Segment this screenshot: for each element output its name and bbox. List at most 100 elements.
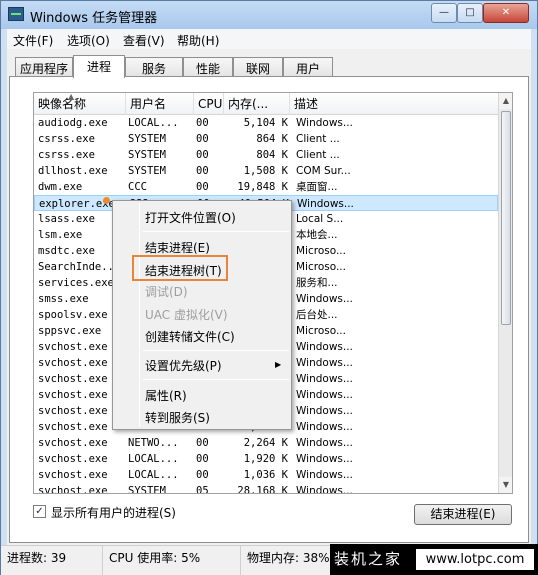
watermark-url: www.lotpc.com [416, 549, 534, 570]
menu-view[interactable]: 查看(V) [123, 32, 165, 49]
table-row[interactable]: dwm.exe CCC 00 19,848 K 桌面窗... [34, 179, 498, 195]
cell-memory: 19,848 K [237, 181, 288, 193]
cell-image-name: svchost.exe [38, 469, 108, 481]
cell-image-name: audiodg.exe [38, 117, 108, 129]
status-process-count: 进程数: 39 [1, 546, 103, 575]
cell-user-name: LOCAL... [128, 453, 179, 465]
cell-description: 服务和... [296, 277, 338, 289]
maximize-button[interactable]: □ [457, 3, 483, 23]
cell-description: Microso... [296, 261, 346, 273]
tab-strip: 应用程序 进程 服务 性能 联网 用户 [7, 55, 531, 78]
cell-description: Windows... [296, 293, 353, 305]
cell-user-name: SYSTEM [128, 165, 166, 177]
cell-description: Windows... [296, 421, 353, 433]
cell-memory: 864 K [256, 133, 288, 145]
table-row[interactable]: audiodg.exe LOCAL... 00 5,104 K Windows... [34, 115, 498, 131]
column-cpu[interactable]: CPU [194, 93, 224, 115]
cell-description: Windows... [296, 373, 353, 385]
cell-user-name: SYSTEM [128, 485, 166, 494]
menu-item-create-dump-file[interactable]: 创建转储文件(C) [145, 328, 235, 345]
table-row[interactable]: csrss.exe SYSTEM 00 864 K Client ... [34, 131, 498, 147]
task-manager-icon [8, 7, 24, 21]
cell-cpu: 00 [196, 453, 209, 465]
column-image-name[interactable]: ▲ 映像名称 [34, 93, 126, 115]
cell-cpu: 00 [196, 437, 209, 449]
table-row[interactable]: dllhost.exe SYSTEM 00 1,508 K COM Sur... [34, 163, 498, 179]
cell-description: Windows... [296, 437, 353, 449]
cell-user-name: NETWO... [128, 437, 179, 449]
menu-options[interactable]: 选项(O) [67, 32, 110, 49]
tab-networking[interactable]: 联网 [233, 57, 283, 77]
cell-description: Windows... [296, 389, 353, 401]
cell-description: Windows... [296, 117, 353, 129]
column-user-name[interactable]: 用户名 [126, 93, 194, 115]
menu-item-open-file-location[interactable]: 打开文件位置(O) [145, 209, 236, 226]
menu-item-end-process[interactable]: 结束进程(E) [145, 239, 210, 256]
minimize-button[interactable]: — [431, 3, 457, 23]
cell-memory: 5,104 K [243, 117, 288, 129]
scroll-down-icon[interactable]: ▼ [499, 477, 512, 493]
cell-description: 桌面窗... [296, 181, 338, 193]
menu-item-set-priority[interactable]: 设置优先级(P) [145, 357, 222, 374]
cell-image-name: csrss.exe [38, 133, 95, 145]
menu-item-debug: 调试(D) [145, 285, 188, 299]
context-menu: 打开文件位置(O) 结束进程(E) 结束进程树(T) 调试(D) UAC 虚拟化… [112, 200, 292, 430]
tab-processes[interactable]: 进程 [73, 55, 125, 78]
cell-cpu: 00 [196, 469, 209, 481]
cell-image-name: dllhost.exe [38, 165, 108, 177]
table-row[interactable]: csrss.exe SYSTEM 00 804 K Client ... [34, 147, 498, 163]
cell-description: Client ... [296, 133, 340, 145]
menu-separator [143, 379, 289, 380]
show-all-users-checkbox[interactable]: ✓ [33, 505, 46, 518]
cell-memory: 804 K [256, 149, 288, 161]
cell-cpu: 05 [196, 485, 209, 494]
window-title: Windows 任务管理器 [30, 11, 158, 26]
cell-image-name: dwm.exe [38, 181, 83, 193]
column-image-name-label: 映像名称 [38, 97, 87, 111]
cell-description: Windows... [296, 469, 353, 481]
scroll-thumb[interactable] [501, 111, 511, 325]
show-all-users-label[interactable]: 显示所有用户的进程(S) [51, 504, 176, 521]
cell-description: Windows... [296, 453, 353, 465]
cell-description: Windows... [297, 198, 354, 210]
cell-description: Client ... [296, 149, 340, 161]
context-menu-gutter [139, 203, 140, 427]
cell-description: Microso... [296, 325, 346, 337]
vertical-scrollbar[interactable]: ▲ ▼ [498, 93, 512, 493]
cell-image-name: svchost.exe [38, 485, 108, 494]
menu-separator [143, 350, 289, 351]
tab-users[interactable]: 用户 [283, 57, 333, 77]
cell-cpu: 00 [196, 149, 209, 161]
menu-item-go-to-service[interactable]: 转到服务(S) [145, 409, 210, 426]
watermark-text: 装机之家 [334, 550, 403, 568]
table-row[interactable]: svchost.exe LOCAL... 00 1,036 K Windows... [34, 467, 498, 483]
cell-description: Windows... [296, 357, 353, 369]
cell-image-name: csrss.exe [38, 149, 95, 161]
cell-memory: 2,264 K [243, 437, 288, 449]
cell-image-name: svchost.exe [38, 437, 108, 449]
tab-performance[interactable]: 性能 [183, 57, 233, 77]
menu-item-properties[interactable]: 属性(R) [145, 387, 187, 404]
menu-file[interactable]: 文件(F) [13, 32, 53, 49]
column-description[interactable]: 描述 [290, 93, 498, 115]
sort-ascending-icon: ▲ [68, 92, 75, 101]
cell-memory: 1,508 K [243, 165, 288, 177]
cell-description: Local S... [296, 213, 344, 225]
close-button[interactable]: ✕ [483, 3, 529, 23]
table-row[interactable]: svchost.exe LOCAL... 00 1,920 K Windows... [34, 451, 498, 467]
cell-description: 后台处... [296, 309, 338, 321]
annotation-pointer-dot [103, 197, 110, 204]
title-bar[interactable]: Windows 任务管理器 — □ ✕ [1, 1, 537, 29]
cell-description: Windows... [296, 405, 353, 417]
tab-services[interactable]: 服务 [125, 57, 183, 77]
table-row[interactable]: svchost.exe NETWO... 00 2,264 K Windows... [34, 435, 498, 451]
tab-applications[interactable]: 应用程序 [15, 57, 73, 77]
column-memory[interactable]: 内存(... [224, 93, 290, 115]
cell-image-name: svchost.exe [38, 453, 108, 465]
cell-description: 本地会... [296, 229, 338, 241]
menu-help[interactable]: 帮助(H) [177, 32, 219, 49]
scroll-up-icon[interactable]: ▲ [499, 93, 512, 109]
end-process-button[interactable]: 结束进程(E) [414, 504, 512, 525]
table-row[interactable]: svchost.exe SYSTEM 05 28,168 K Windows... [34, 483, 498, 494]
cell-description: Windows... [296, 341, 353, 353]
